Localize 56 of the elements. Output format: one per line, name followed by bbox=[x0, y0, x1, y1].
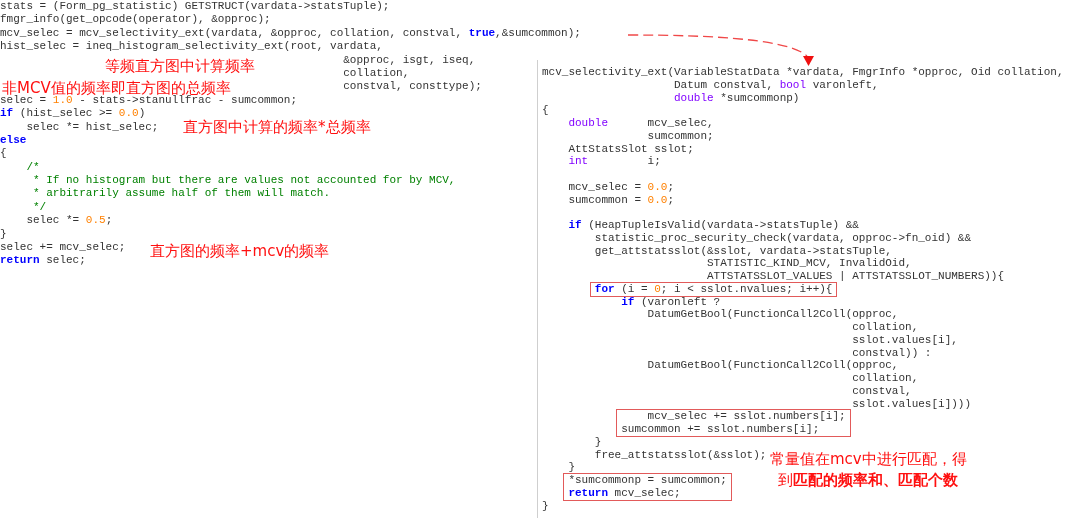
code-line: free_attstatsslot(&sslot); bbox=[594, 448, 767, 462]
code-line: mcv_selectivity_ext(VariableStatData *vardata, FmgrInfo *opproc, Oid collation, bbox=[542, 66, 1064, 79]
code-line: stats = (Form_pg_statistic) GETSTRUCT(vardata->statsTuple); bbox=[0, 0, 390, 14]
code-line: return mcv_selec; bbox=[568, 486, 681, 500]
code-line: fmgr_info(get_opcode(operator), &opproc); bbox=[0, 13, 271, 27]
code-line: sumcommon = 0.0; bbox=[568, 193, 675, 207]
code-line: constval, bbox=[852, 384, 912, 398]
code-line: */ bbox=[33, 200, 47, 215]
code-line: return selec; bbox=[0, 254, 86, 268]
code-line: double *sumcommonp) bbox=[674, 91, 800, 105]
code-line: sumcommon += sslot.numbers[i]; bbox=[621, 423, 820, 436]
code-line: mcv_selec += sslot.numbers[i]; bbox=[647, 410, 846, 423]
code-line: *sumcommonp = sumcommon; bbox=[568, 474, 727, 487]
code-line: double mcv_selec, bbox=[568, 117, 714, 130]
code-line: int i; bbox=[568, 155, 661, 168]
code-line: for (i = 0; i < sslot.nvalues; i++){ bbox=[594, 282, 833, 296]
code-line: Datum constval, bool varonleft, bbox=[674, 78, 879, 92]
annotation-text: 常量值在mcv中进行匹配，得 到匹配的频率和、匹配个数 bbox=[770, 449, 967, 491]
annotation-text: 等频直方图中计算频率 bbox=[105, 56, 255, 77]
code-line: } bbox=[0, 227, 7, 242]
code-line: } bbox=[542, 499, 549, 513]
code-line: constval)) : bbox=[852, 346, 932, 360]
code-line: selec *= hist_selec; bbox=[26, 120, 159, 134]
code-line: } bbox=[568, 461, 575, 474]
code-line: ATTSTATSSLOT_VALUES | ATTSTATSSLOT_NUMBERS)){ bbox=[707, 270, 1005, 283]
code-line: } bbox=[594, 435, 602, 449]
code-line: collation, bbox=[343, 66, 410, 81]
code-line: DatumGetBool(FunctionCall2Coll(opproc, bbox=[647, 308, 899, 321]
annotation-text: 直方图中计算的频率*总频率 bbox=[183, 117, 371, 138]
code-line: collation, bbox=[852, 321, 919, 334]
code-line: else bbox=[0, 133, 27, 148]
code-line: { bbox=[542, 104, 549, 117]
code-line: sslot.values[i]))) bbox=[852, 397, 972, 411]
code-line: constval, consttype); bbox=[343, 80, 482, 94]
code-line: STATISTIC_KIND_MCV, InvalidOid, bbox=[707, 257, 912, 270]
code-line: mcv_selec = 0.0; bbox=[568, 180, 675, 194]
code-line: * arbitrarily assume half of them will match. bbox=[33, 187, 331, 201]
code-line: mcv_selec = mcv_selectivity_ext(vardata, &opproc, collation, constval, true,&sumcommon); bbox=[0, 26, 581, 41]
code-line: if (varonleft ? bbox=[621, 295, 721, 309]
code-line: sumcommon; bbox=[647, 129, 714, 143]
code-line: statistic_proc_security_check(vardata, opproc->fn_oid) && bbox=[594, 231, 972, 245]
code-line: AttStatsSlot sslot; bbox=[568, 142, 694, 156]
code-line: if (HeapTupleIsValid(vardata->statsTuple) && bbox=[568, 219, 859, 232]
code-line: &opproc, isgt, iseq, bbox=[343, 53, 476, 67]
code-line: collation, bbox=[852, 372, 919, 385]
code-line: DatumGetBool(FunctionCall2Coll(opproc, bbox=[647, 359, 899, 372]
code-line: hist_selec = ineq_histogram_selectivity_ext(root, vardata, bbox=[0, 40, 383, 54]
code-line: /* bbox=[26, 160, 40, 175]
code-line: sslot.values[i], bbox=[852, 333, 958, 347]
code-line: * If no histogram but there are values not accounted for by MCV, bbox=[33, 174, 456, 188]
annotation-text: 直方图的频率+mcv的频率 bbox=[150, 241, 330, 262]
code-line: selec *= 0.5; bbox=[26, 214, 113, 228]
code-line: get_attstatsslot(&sslot, vardata->statsTuple, bbox=[594, 244, 892, 258]
code-line: { bbox=[0, 147, 7, 161]
code-line: selec += mcv_selec; bbox=[0, 241, 126, 255]
code-line: if (hist_selec >= 0.0) bbox=[0, 107, 146, 121]
